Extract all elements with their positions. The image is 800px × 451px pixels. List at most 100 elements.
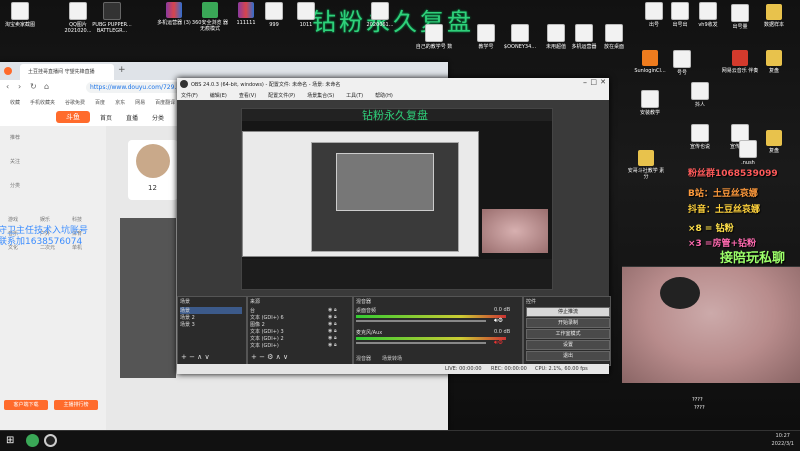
obs-taskbar-icon[interactable]: [44, 434, 57, 447]
clock-date: 2022/3/1: [771, 441, 794, 447]
file-icon: [642, 50, 658, 66]
overlay-line: ×8 = 钻粉: [688, 224, 734, 234]
desktop-icon[interactable]: 数据样本: [754, 4, 794, 28]
obs-menu-item[interactable]: 场景集合(S): [307, 92, 334, 99]
eye-icon[interactable]: ◉ 🔒︎: [328, 314, 337, 320]
obs-menu-item[interactable]: 工具(T): [346, 92, 363, 99]
desktop-icon-label: 数据样本: [763, 22, 784, 28]
douyu-sidebar-item[interactable]: 关注: [10, 158, 20, 165]
desktop-icon[interactable]: 宣传也说: [680, 124, 720, 150]
clock-time: 10:27: [775, 433, 790, 439]
source-controls[interactable]: + − ⚙ ∧ ∨: [251, 353, 288, 361]
obs-window[interactable]: OBS 24.0.3 (64-bit, windows) - 配置文件: 未命名…: [177, 78, 611, 374]
mixer-track-name: 桌面音频: [356, 308, 377, 314]
control-button[interactable]: 开始录制: [526, 318, 610, 328]
home-icon[interactable]: ⌂: [44, 82, 49, 91]
back-icon[interactable]: ‹: [6, 82, 9, 91]
douyu-nav-item[interactable]: 直播: [126, 115, 138, 122]
desktop-icon[interactable]: 抖人: [680, 82, 720, 108]
scenes-dock: 场景 场景 场景 2 场景 3 + − ∧ ∨: [177, 296, 247, 366]
desktop-icon[interactable]: 2020061...: [360, 2, 400, 28]
obs-preview: 钻粉永久复盘: [241, 108, 553, 290]
desktop-icon[interactable]: $OONEY34...: [500, 24, 540, 50]
douyu-sidebar-item[interactable]: 娱乐: [40, 216, 50, 223]
rank-button[interactable]: 主播排行榜: [54, 400, 98, 410]
douyu-nav-item[interactable]: 首页: [100, 115, 112, 122]
page-overlay-text: 守卫主任技术入坑账号 联系加1638576074: [0, 226, 88, 248]
new-tab-button[interactable]: +: [118, 65, 126, 75]
desktop-icon-label: PUBG PUPPER... BATTLEGR...: [92, 22, 132, 34]
volume-slider[interactable]: [356, 342, 486, 344]
douyu-sidebar: 推荐 关注 分类 游戏 娱乐 科技 音乐 户外 体育 文化 二次元 单机: [0, 126, 106, 430]
minimize-icon[interactable]: –: [583, 78, 587, 87]
scene-item[interactable]: 场景 2: [180, 314, 195, 321]
scene-controls[interactable]: + − ∧ ∨: [181, 353, 210, 361]
tab-mixer[interactable]: 混音器: [356, 355, 371, 362]
desktop-icon[interactable]: 复盘: [754, 130, 794, 154]
bookmark-item[interactable]: 网易: [135, 99, 145, 106]
bookmark-item[interactable]: 百度翻译: [155, 99, 175, 106]
desktop-icon[interactable]: PUBG PUPPER... BATTLEGR...: [92, 2, 132, 34]
eye-icon[interactable]: ◉ 🔒︎: [328, 307, 337, 313]
obs-menu-item[interactable]: 文件(F): [181, 92, 198, 99]
douyu-nav-item[interactable]: 分类: [152, 115, 164, 122]
bookmark-item[interactable]: 京东: [115, 99, 125, 106]
obs-menu-item[interactable]: 帮助(H): [375, 92, 393, 99]
browser-tab[interactable]: 土豆挂哥直播间 守望先锋直播: [20, 64, 114, 80]
desktop-icon-label: $OONEY34...: [503, 44, 537, 50]
taskbar: ⊞ 10:27 2022/3/1: [0, 430, 800, 451]
speaker-icon[interactable]: 🔊︎⚙: [494, 317, 503, 325]
douyu-sidebar-item[interactable]: 分类: [10, 182, 20, 189]
follow-card: 12: [128, 140, 178, 200]
eye-icon[interactable]: ◉ 🔒︎: [328, 335, 337, 341]
file-icon: [297, 2, 315, 20]
douyu-sidebar-item[interactable]: 游戏: [8, 216, 18, 223]
browser-taskbar-icon[interactable]: [26, 434, 39, 447]
control-button[interactable]: 停止推流: [526, 307, 610, 317]
bookmark-item[interactable]: 谷歌免费: [65, 99, 85, 106]
obs-menu-item[interactable]: 编辑(E): [210, 92, 227, 99]
obs-menu-item[interactable]: 查看(V): [239, 92, 256, 99]
tab-transitions[interactable]: 场景转场: [382, 355, 402, 362]
maximize-icon[interactable]: □: [590, 78, 597, 86]
obs-title: OBS 24.0.3 (64-bit, windows) - 配置文件: 未命名…: [191, 82, 341, 88]
douyu-nav: 首页 直播 分类: [100, 113, 178, 122]
forward-icon[interactable]: ›: [18, 82, 21, 91]
control-button[interactable]: 工作室模式: [526, 329, 610, 339]
douyu-sidebar-item[interactable]: 科技: [72, 216, 82, 223]
bookmark-item[interactable]: 手机收藏夹: [30, 99, 55, 106]
douyu-logo[interactable]: 斗鱼: [56, 111, 90, 123]
desktop-icon[interactable]: 复盘: [754, 50, 794, 74]
douyu-sidebar-item[interactable]: 推荐: [10, 134, 20, 141]
scene-item[interactable]: 场景: [180, 307, 242, 314]
desktop-icon[interactable]: 1011: [286, 2, 326, 28]
desktop-icon[interactable]: 自己的教学号 数: [414, 24, 454, 50]
desktop-icon[interactable]: 安哥斗社教学 素分: [626, 150, 666, 180]
bookmark-item[interactable]: 收藏: [10, 99, 20, 106]
desktop-icon[interactable]: 安装教学: [630, 90, 670, 116]
desktop-icon[interactable]: 号号: [662, 50, 702, 76]
obs-title-bar: OBS 24.0.3 (64-bit, windows) - 配置文件: 未命名…: [177, 78, 609, 90]
desktop-icon-label: 复盘: [768, 68, 779, 74]
player-area: [120, 218, 176, 378]
desktop-icon-label: 安哥斗社教学 素分: [627, 168, 665, 180]
refresh-icon[interactable]: ↻: [30, 82, 37, 91]
control-button[interactable]: 设置: [526, 340, 610, 350]
volume-slider[interactable]: [356, 320, 486, 322]
desktop-icon[interactable]: 多机运营器 (3): [154, 2, 194, 26]
eye-icon[interactable]: ◉ 🔒︎: [328, 342, 337, 348]
speaker-icon[interactable]: 🔊︎⚙: [494, 339, 503, 347]
obs-menu-item[interactable]: 配置文件(P): [268, 92, 295, 99]
eye-icon[interactable]: ◉ 🔒︎: [328, 328, 337, 334]
close-icon[interactable]: ✕: [600, 78, 606, 86]
scene-item[interactable]: 场景 3: [180, 321, 195, 328]
desktop-icon[interactable]: 360安全浏览 器无痕模式: [190, 2, 230, 32]
desktop-icon[interactable]: 淘宝卖家截图: [0, 2, 40, 28]
eye-icon[interactable]: ◉ 🔒︎: [328, 321, 337, 327]
bookmark-item[interactable]: 百度: [95, 99, 105, 106]
start-icon[interactable]: ⊞: [6, 435, 14, 446]
client-download-button[interactable]: 客户端下载: [4, 400, 48, 410]
system-clock[interactable]: 10:27 2022/3/1: [772, 432, 794, 448]
control-button[interactable]: 退出: [526, 351, 610, 361]
desktop-icon[interactable]: 放在桌面: [594, 24, 634, 50]
